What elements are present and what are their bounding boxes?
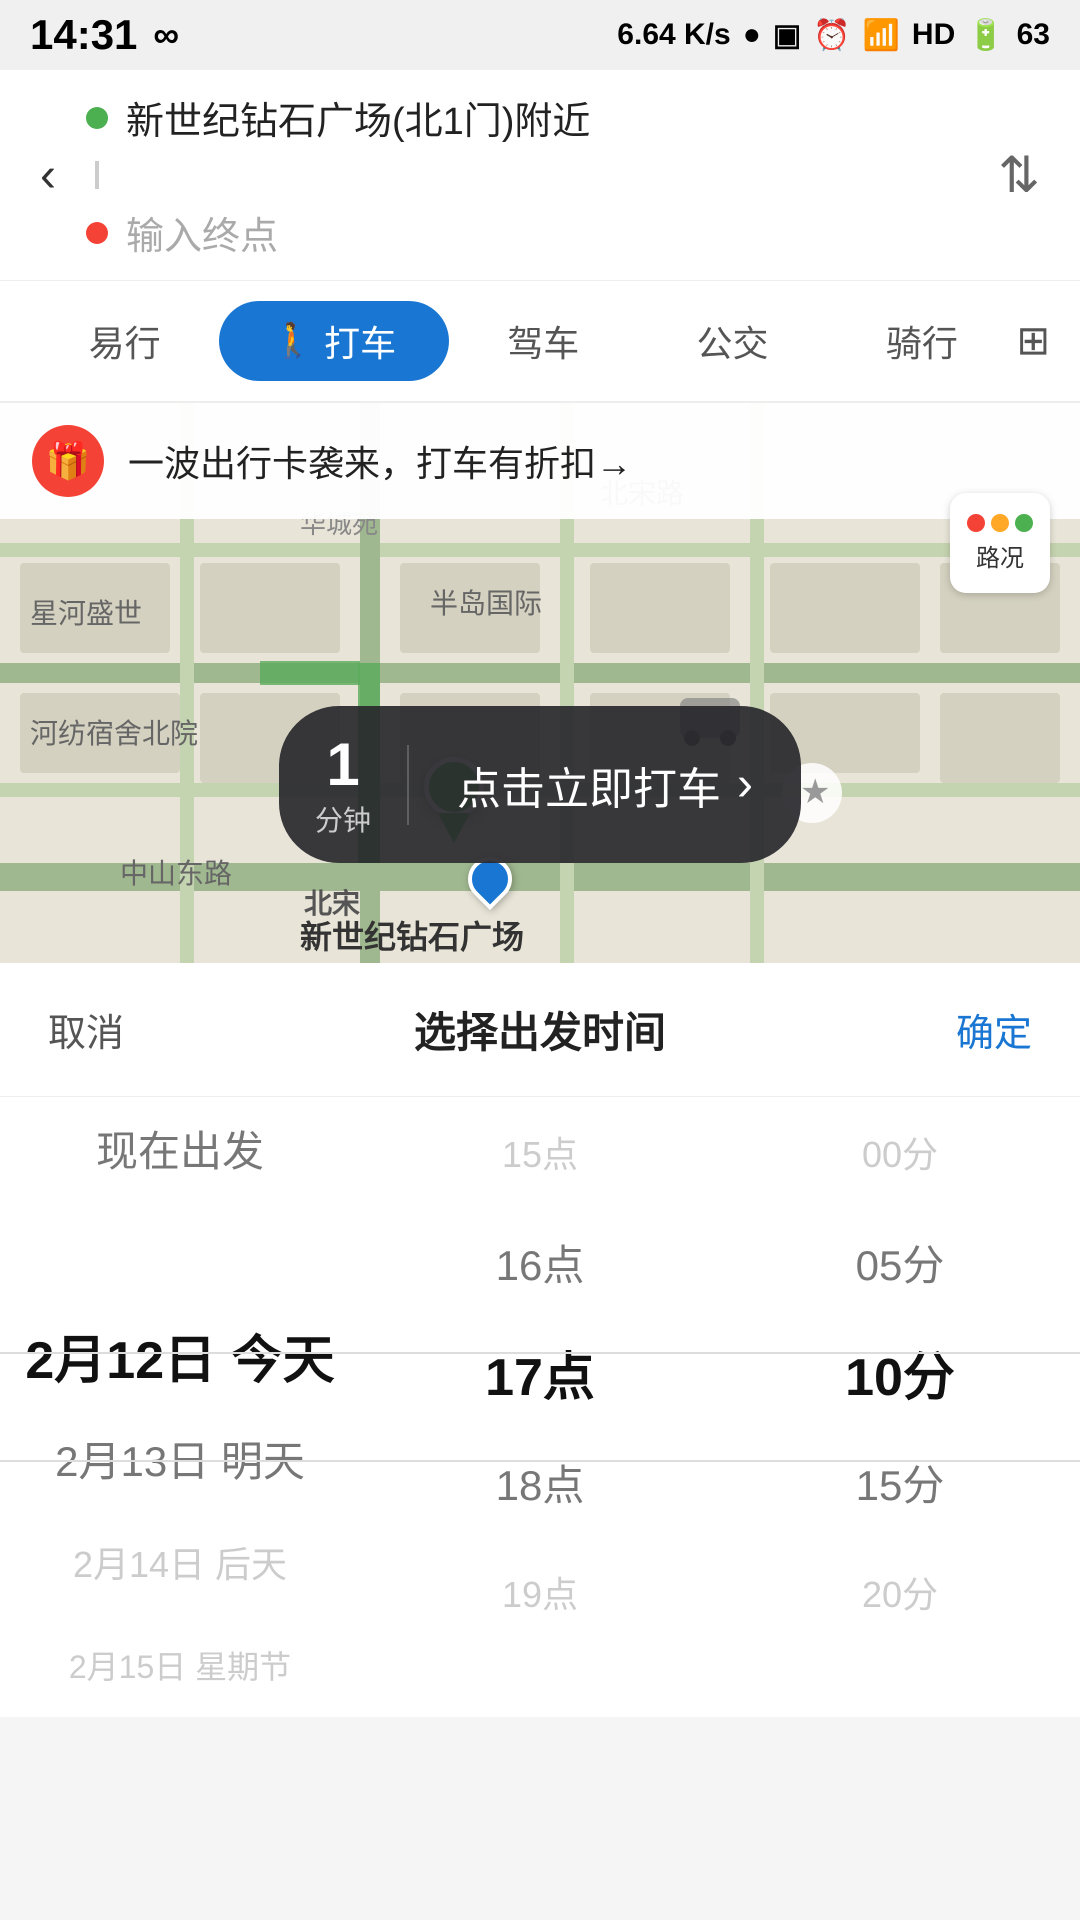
tab-dache[interactable]: 🚶 打车: [219, 301, 448, 381]
status-network-icon: ●: [743, 18, 761, 52]
promo-icon: 🎁: [32, 425, 104, 497]
tab-gongjiao[interactable]: 公交: [638, 301, 827, 381]
dache-icon: 🚶: [272, 321, 314, 361]
hour-column[interactable]: 15点 16点 17点 18点 19点: [360, 1097, 720, 1717]
date-column[interactable]: 现在出发 2月12日 今天 2月13日 明天 2月14日 后天 2月15日 星期…: [0, 1097, 360, 1717]
taxi-bubble[interactable]: 1 分钟 点击立即打车 ›: [279, 706, 801, 863]
svg-text:星河盛世: 星河盛世: [30, 598, 142, 629]
status-sim-icon: ▣: [773, 18, 801, 53]
origin-dot: [86, 107, 108, 129]
hour-item-3[interactable]: 18点: [360, 1427, 720, 1537]
hour-item-1[interactable]: 16点: [360, 1207, 720, 1317]
tab-jiache[interactable]: 驾车: [449, 301, 638, 381]
minute-item-1[interactable]: 05分: [720, 1207, 1080, 1317]
current-location-pin: [468, 857, 512, 901]
back-button[interactable]: ‹: [30, 148, 66, 203]
destination-input[interactable]: 输入终点: [126, 205, 278, 260]
status-speed: 6.64 K/s: [617, 18, 730, 52]
minute-item-selected[interactable]: 10分: [720, 1317, 1080, 1427]
minute-item-4[interactable]: 20分: [720, 1537, 1080, 1647]
svg-text:河纺宿舍北院: 河纺宿舍北院: [30, 718, 198, 749]
hour-item-selected[interactable]: 17点: [360, 1317, 720, 1427]
taxi-wait-time: 1 分钟: [279, 706, 407, 863]
picker-cancel-button[interactable]: 取消: [48, 1002, 124, 1057]
nav-bar: ‹ 新世纪钻石广场(北1门)附近 输入终点 ⇅: [0, 70, 1080, 281]
taxi-arrow-icon: ›: [737, 757, 753, 812]
svg-text:北宋: 北宋: [304, 888, 360, 919]
picker-title: 选择出发时间: [414, 999, 666, 1060]
origin-row: 新世纪钻石广场(北1门)附近: [86, 90, 968, 145]
road-label: 路况: [976, 538, 1024, 573]
svg-text:半岛国际: 半岛国际: [430, 588, 542, 619]
tab-yixing[interactable]: 易行: [30, 301, 219, 381]
status-clock-icon: ⏰: [813, 18, 850, 53]
status-infinity: ∞: [153, 14, 179, 56]
route-line: [95, 161, 99, 189]
svg-text:新世纪钻石广场: 新世纪钻石广场: [300, 919, 524, 955]
status-battery-icon: 🔋: [967, 18, 1004, 53]
more-tabs-button[interactable]: ⊞: [1016, 318, 1050, 364]
minute-column[interactable]: 00分 05分 10分 15分 20分: [720, 1097, 1080, 1717]
destination-dot: [86, 222, 108, 244]
picker-header: 取消 选择出发时间 确定: [0, 963, 1080, 1097]
tab-bar: 易行 🚶 打车 驾车 公交 骑行 ⊞: [0, 281, 1080, 403]
tab-qixing[interactable]: 骑行: [827, 301, 1016, 381]
status-battery-level: 63: [1017, 18, 1050, 52]
status-time: 14:31: [30, 11, 137, 59]
hour-item-4[interactable]: 19点: [360, 1537, 720, 1647]
svg-text:★: ★: [800, 773, 830, 811]
taxi-action-button[interactable]: 点击立即打车 ›: [409, 729, 801, 841]
status-signal-icon: 📶: [863, 18, 900, 53]
map-area: 星河盛世 河纺宿舍北院 半岛国际 北宋路 中山东路 华城苑 北宋 ★ 新世纪钻石…: [0, 403, 1080, 963]
swap-button[interactable]: ⇅: [988, 136, 1050, 214]
road-condition-button[interactable]: 路况: [950, 493, 1050, 593]
destination-row: 输入终点: [86, 205, 968, 260]
road-dots: [967, 514, 1033, 532]
picker-panel: 取消 选择出发时间 确定 现在出发 2月12日 今天 2月13日 明天 2月14…: [0, 963, 1080, 1717]
picker-confirm-button[interactable]: 确定: [956, 1002, 1032, 1057]
origin-text[interactable]: 新世纪钻石广场(北1门)附近: [126, 90, 590, 145]
hour-item-0[interactable]: 15点: [360, 1097, 720, 1207]
date-item-0[interactable]: 现在出发: [0, 1097, 360, 1200]
status-bar: 14:31 ∞ 6.64 K/s ● ▣ ⏰ 📶 HD 🔋 63: [0, 0, 1080, 70]
promo-text: 一波出行卡袭来，打车有折扣→: [128, 435, 632, 487]
minute-item-3[interactable]: 15分: [720, 1427, 1080, 1537]
route-inputs: 新世纪钻石广场(北1门)附近 输入终点: [86, 90, 968, 260]
date-item-2[interactable]: 2月13日 明天: [0, 1407, 360, 1510]
date-item-selected[interactable]: 2月12日 今天: [0, 1304, 360, 1407]
status-hd-icon: HD: [912, 18, 955, 52]
date-item-3[interactable]: 2月14日 后天: [0, 1510, 360, 1613]
picker-columns: 现在出发 2月12日 今天 2月13日 明天 2月14日 后天 2月15日 星期…: [0, 1097, 1080, 1717]
minute-item-0[interactable]: 00分: [720, 1097, 1080, 1207]
promo-banner[interactable]: 🎁 一波出行卡袭来，打车有折扣→: [0, 403, 1080, 519]
svg-text:中山东路: 中山东路: [120, 858, 232, 889]
date-item-4[interactable]: 2月15日 星期节: [0, 1614, 360, 1717]
date-item-near2[interactable]: [0, 1200, 360, 1303]
